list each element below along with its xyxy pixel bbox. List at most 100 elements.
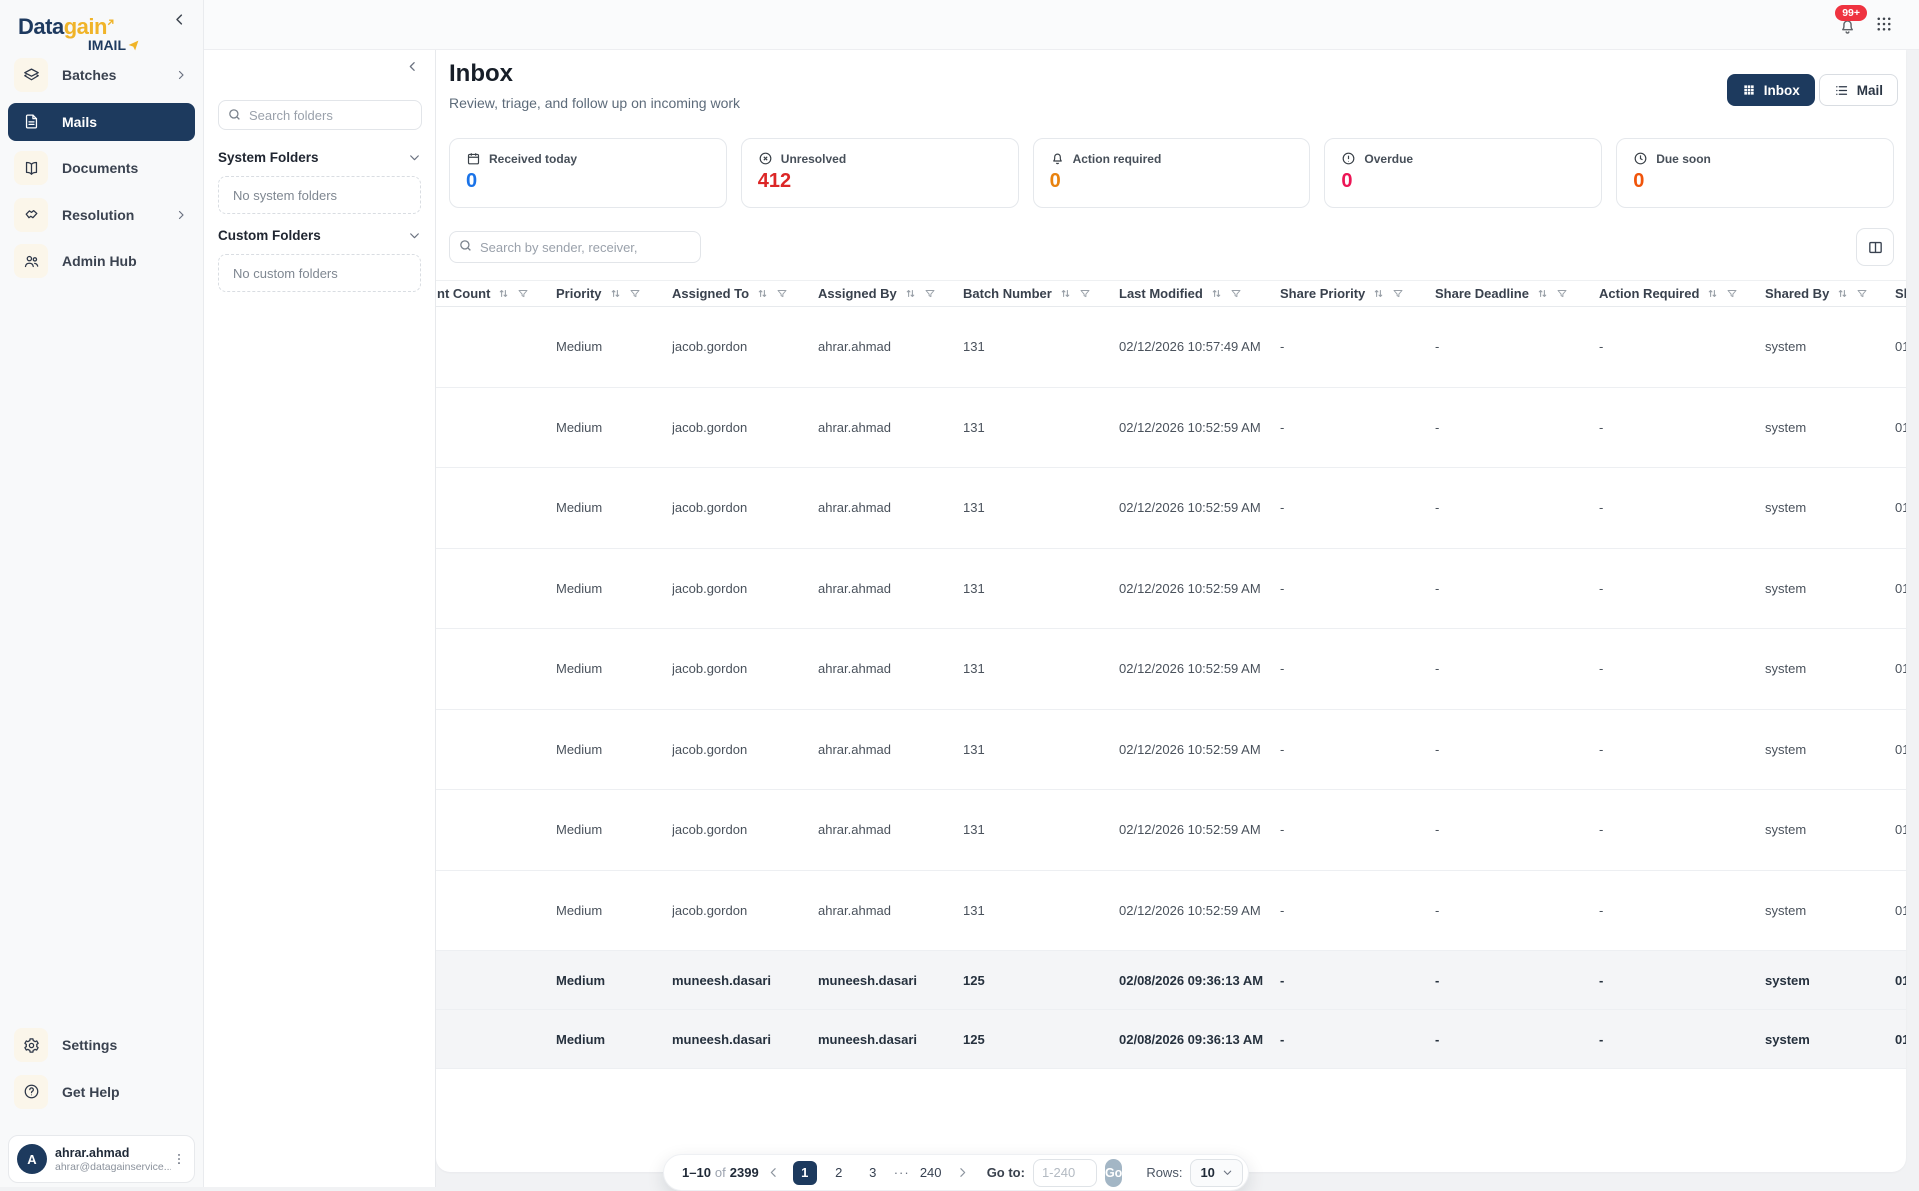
cell-sh: 01 (1895, 822, 1906, 837)
users-icon (14, 244, 48, 278)
cell-batch-number: 131 (963, 581, 1119, 596)
toggle-inbox[interactable]: Inbox (1727, 74, 1815, 106)
cell-priority: Medium (556, 339, 672, 354)
sidebar-item-mails[interactable]: Mails (8, 103, 195, 141)
table-row[interactable]: Mediumjacob.gordonahrar.ahmad13102/12/20… (436, 468, 1906, 549)
folder-search-input[interactable] (218, 100, 422, 130)
sort-icon[interactable] (1372, 287, 1385, 300)
cell-shared-by: system (1765, 973, 1895, 988)
rows-per-page-select[interactable]: 10 (1190, 1159, 1242, 1187)
cell-share-priority: - (1280, 822, 1435, 837)
cell-share-priority: - (1280, 339, 1435, 354)
toggle-mail[interactable]: Mail (1819, 74, 1898, 106)
sidebar-item-resolution[interactable]: Resolution (8, 196, 195, 234)
sidebar-item-batches[interactable]: Batches (8, 56, 195, 94)
brand-name-part1: Data (18, 14, 64, 39)
column-header-action-required[interactable]: Action Required (1599, 286, 1765, 301)
pagination-range: 1–10of2399 (682, 1165, 759, 1180)
sidebar-collapse-button[interactable] (172, 12, 187, 27)
pagination-ellipsis[interactable]: ··· (894, 1165, 910, 1180)
cell-sh: 01 (1895, 581, 1906, 596)
filter-icon[interactable] (776, 288, 788, 300)
page-subtitle: Review, triage, and follow up on incomin… (449, 95, 740, 111)
handshake-icon (14, 198, 48, 232)
sidebar-item-admin-hub[interactable]: Admin Hub (8, 242, 195, 280)
split-view-button[interactable] (1856, 228, 1894, 266)
column-header-batch-number[interactable]: Batch Number (963, 286, 1119, 301)
cell-last-modified: 02/12/2026 10:52:59 AM (1119, 742, 1280, 757)
view-toggle: InboxMail (1727, 74, 1898, 106)
sort-icon[interactable] (1536, 287, 1549, 300)
mail-search-input[interactable] (449, 231, 701, 263)
search-icon (227, 107, 242, 122)
column-header-last-modified[interactable]: Last Modified (1119, 286, 1280, 301)
page-button-1[interactable]: 1 (793, 1161, 817, 1185)
filter-icon[interactable] (1230, 288, 1242, 300)
folders-panel: System FoldersNo system foldersCustom Fo… (204, 50, 436, 1187)
column-header-share-deadline[interactable]: Share Deadline (1435, 286, 1599, 301)
cell-sh: 01 (1895, 420, 1906, 435)
filter-icon[interactable] (1556, 288, 1568, 300)
goto-page-input[interactable] (1033, 1159, 1097, 1187)
help-icon (14, 1075, 48, 1109)
table-row[interactable]: Mediummuneesh.dasarimuneesh.dasari12502/… (436, 951, 1906, 1010)
pagination-bar: 1–10of2399 123···240 Go to: Go Rows: 10 (663, 1154, 1249, 1191)
table-row[interactable]: Mediumjacob.gordonahrar.ahmad13102/12/20… (436, 307, 1906, 388)
sort-icon[interactable] (1210, 287, 1223, 300)
table-row[interactable]: Mediumjacob.gordonahrar.ahmad13102/12/20… (436, 629, 1906, 710)
table-row[interactable]: Mediummuneesh.dasarimuneesh.dasari12502/… (436, 1010, 1906, 1069)
sort-icon[interactable] (904, 287, 917, 300)
filter-icon[interactable] (1079, 288, 1091, 300)
folders-collapse-button[interactable] (406, 60, 419, 73)
cell-sh: 01 (1895, 661, 1906, 676)
mail-table: nt Count Priority Assigned To Assigned B… (436, 280, 1906, 1069)
kebab-menu-icon[interactable] (172, 1152, 186, 1166)
filter-icon[interactable] (517, 288, 529, 300)
filter-icon[interactable] (1856, 288, 1868, 300)
cell-priority: Medium (556, 500, 672, 515)
column-header-assigned-by[interactable]: Assigned By (818, 286, 963, 301)
filter-icon[interactable] (924, 288, 936, 300)
sort-icon[interactable] (756, 287, 769, 300)
folder-section-custom-folders[interactable]: Custom Folders (218, 228, 421, 243)
cell-sh: 01 (1895, 1032, 1906, 1047)
table-row[interactable]: Mediumjacob.gordonahrar.ahmad13102/12/20… (436, 790, 1906, 871)
table-row[interactable]: Mediumjacob.gordonahrar.ahmad13102/12/20… (436, 388, 1906, 469)
sort-icon[interactable] (1706, 287, 1719, 300)
sidebar-item-documents[interactable]: Documents (8, 149, 195, 187)
sidebar-item-settings[interactable]: Settings (8, 1026, 195, 1064)
page-button-3[interactable]: 3 (861, 1161, 885, 1185)
next-page-icon[interactable] (956, 1166, 969, 1179)
table-row[interactable]: Mediumjacob.gordonahrar.ahmad13102/12/20… (436, 871, 1906, 952)
column-header-nt-count[interactable]: nt Count (437, 286, 556, 301)
cell-batch-number: 131 (963, 339, 1119, 354)
column-header-sh[interactable]: Sh (1895, 286, 1906, 301)
apps-grid-icon[interactable] (1875, 15, 1893, 33)
sort-icon[interactable] (497, 287, 510, 300)
previous-page-icon[interactable] (767, 1166, 780, 1179)
filter-icon[interactable] (1726, 288, 1738, 300)
sort-icon[interactable] (1836, 287, 1849, 300)
stat-card-received-today: Received today 0 (449, 138, 727, 208)
page-button-240[interactable]: 240 (919, 1161, 943, 1185)
table-row[interactable]: Mediumjacob.gordonahrar.ahmad13102/12/20… (436, 549, 1906, 630)
bell-icon (1050, 151, 1065, 166)
go-button[interactable]: Go (1105, 1159, 1122, 1187)
table-row[interactable]: Mediumjacob.gordonahrar.ahmad13102/12/20… (436, 710, 1906, 791)
sort-icon[interactable] (609, 287, 622, 300)
cell-priority: Medium (556, 420, 672, 435)
cell-share-deadline: - (1435, 500, 1599, 515)
page-button-2[interactable]: 2 (827, 1161, 851, 1185)
filter-icon[interactable] (629, 288, 641, 300)
cell-action-required: - (1599, 500, 1765, 515)
filter-icon[interactable] (1392, 288, 1404, 300)
column-header-shared-by[interactable]: Shared By (1765, 286, 1895, 301)
column-header-share-priority[interactable]: Share Priority (1280, 286, 1435, 301)
column-header-assigned-to[interactable]: Assigned To (672, 286, 818, 301)
folder-section-system-folders[interactable]: System Folders (218, 150, 421, 165)
sidebar-item-get-help[interactable]: Get Help (8, 1073, 195, 1111)
column-header-priority[interactable]: Priority (556, 286, 672, 301)
sort-icon[interactable] (1059, 287, 1072, 300)
cell-last-modified: 02/08/2026 09:36:13 AM (1119, 973, 1280, 988)
user-profile-card[interactable]: A ahrar.ahmad ahrar@datagainservice... (8, 1135, 195, 1183)
